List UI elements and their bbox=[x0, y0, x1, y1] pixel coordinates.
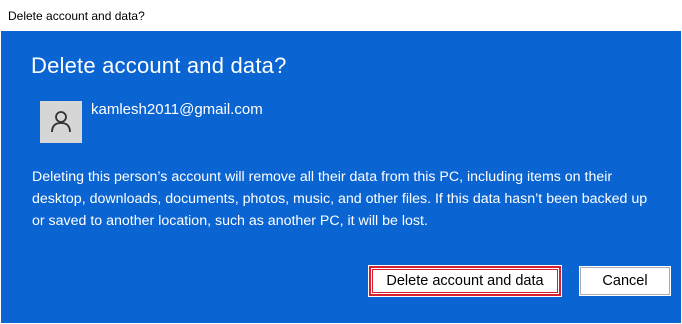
warning-description: Deleting this person’s account will remo… bbox=[32, 169, 648, 229]
account-email: kamlesh2011@gmail.com bbox=[91, 101, 263, 118]
dialog-window: Delete account and data? Delete account … bbox=[0, 0, 682, 324]
dialog-heading: Delete account and data? bbox=[31, 53, 287, 78]
cancel-button[interactable]: Cancel bbox=[579, 266, 671, 296]
title-bar: Delete account and data? bbox=[0, 0, 682, 31]
person-icon bbox=[51, 111, 71, 133]
avatar bbox=[40, 101, 82, 143]
delete-account-dialog: Delete account and data? kamlesh2011@gma… bbox=[1, 31, 681, 323]
delete-account-button[interactable]: Delete account and data bbox=[368, 265, 562, 297]
window-title: Delete account and data? bbox=[8, 8, 145, 23]
